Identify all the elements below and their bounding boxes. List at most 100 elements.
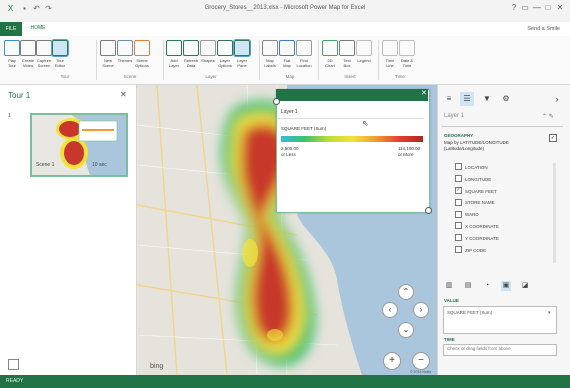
field-list-scrollbar[interactable] bbox=[553, 163, 556, 263]
field-item[interactable]: WARD bbox=[455, 210, 479, 219]
scene-label: Scene 1 bbox=[36, 162, 55, 168]
close-icon[interactable]: ✕ bbox=[120, 90, 127, 99]
legend-button[interactable]: Legend bbox=[356, 40, 372, 63]
legend-resize-handle[interactable] bbox=[273, 98, 280, 105]
shapes-icon bbox=[200, 40, 216, 56]
value-title: VALUE bbox=[444, 298, 459, 303]
layer-options-button[interactable]: Layer Options bbox=[217, 40, 233, 68]
play-tour-icon bbox=[4, 40, 20, 56]
close-button[interactable]: ✕ bbox=[555, 3, 565, 12]
send-a-smile-link[interactable]: Send a Smile bbox=[527, 26, 560, 32]
chevron-right-icon[interactable]: › bbox=[413, 302, 429, 318]
new-scene-icon bbox=[100, 40, 116, 56]
field-item[interactable]: Y COORDINATE bbox=[455, 234, 499, 243]
field-item[interactable]: ✓ SQUARE FEET bbox=[455, 186, 497, 196]
shapes-button[interactable]: Shapes bbox=[200, 40, 216, 63]
create-video-button[interactable]: Create Video bbox=[20, 40, 36, 68]
zoom-out-button[interactable]: − bbox=[412, 352, 430, 370]
ribbon-group-layer: Layer bbox=[205, 74, 217, 79]
field-checkbox[interactable] bbox=[455, 163, 462, 171]
time-line-button[interactable]: Time Line bbox=[382, 40, 398, 68]
value-dropdown-icon[interactable]: ▾ bbox=[548, 310, 551, 316]
field-checkbox[interactable]: ✓ bbox=[455, 186, 462, 194]
redo-icon[interactable]: ↷ bbox=[44, 4, 53, 13]
maximize-button[interactable]: □ bbox=[543, 3, 553, 12]
pane-collapse-icon[interactable]: › bbox=[550, 92, 564, 106]
new-scene-button[interactable]: New Scene bbox=[100, 40, 116, 68]
ribbon-button-label: Date & Time bbox=[400, 58, 414, 68]
scene-options-button[interactable]: Scene Options bbox=[134, 40, 150, 68]
clustered-column-icon[interactable]: ▤ bbox=[463, 281, 473, 291]
help-icon[interactable]: ? bbox=[509, 3, 519, 12]
ribbon-group-separator bbox=[96, 40, 97, 80]
flat-map-button[interactable]: Flat Map bbox=[279, 40, 295, 68]
themes-button[interactable]: Themes bbox=[117, 40, 133, 63]
legend-max-value: 114,100.00 bbox=[398, 146, 421, 151]
field-item[interactable]: X COORDINATE bbox=[455, 222, 499, 231]
field-item[interactable]: LOCATION bbox=[455, 163, 488, 172]
geography-checkbox[interactable]: ✓ bbox=[549, 134, 557, 142]
find-location-button[interactable]: Find Location bbox=[296, 40, 312, 68]
play-tour-button[interactable]: Play Tour bbox=[4, 40, 20, 68]
filter-icon[interactable]: ▼ bbox=[480, 92, 494, 106]
field-checkbox[interactable] bbox=[455, 175, 462, 183]
legend-header bbox=[276, 89, 428, 101]
add-layer-button[interactable]: Add Layer bbox=[166, 40, 182, 68]
ribbon-group-scene: Scene bbox=[123, 74, 137, 79]
field-label: STORE NAME bbox=[465, 200, 495, 206]
map-legend[interactable] bbox=[276, 89, 430, 213]
add-layer-icon bbox=[166, 40, 182, 56]
field-checkbox[interactable] bbox=[455, 222, 462, 230]
chevron-left-icon[interactable]: ‹ bbox=[382, 302, 398, 318]
ribbon-button-label: Time Line bbox=[385, 58, 395, 68]
capture-screen-button[interactable]: Capture Screen bbox=[36, 40, 52, 68]
bubble-icon[interactable]: ◔ bbox=[482, 281, 492, 291]
layer-list-icon[interactable]: ≡ bbox=[442, 92, 456, 106]
zoom-in-button[interactable]: + bbox=[383, 352, 401, 370]
layer-pane-button[interactable]: Layer Pane bbox=[233, 39, 251, 68]
field-list-icon[interactable]: ☰ bbox=[460, 92, 474, 106]
themes-icon bbox=[117, 40, 133, 56]
ribbon-group-separator bbox=[163, 40, 164, 80]
new-scene-icon[interactable] bbox=[8, 359, 19, 370]
chevron-up-icon[interactable]: ⌃ bbox=[398, 284, 414, 300]
field-checkbox[interactable] bbox=[455, 210, 462, 218]
date-time-button[interactable]: Date & Time bbox=[399, 40, 415, 68]
2d-chart-button[interactable]: 2D Chart bbox=[322, 40, 338, 68]
map-labels-button[interactable]: Map Labels bbox=[262, 40, 278, 68]
field-item[interactable]: LONGITUDE bbox=[455, 175, 491, 184]
field-item[interactable]: ZIP CODE bbox=[455, 245, 486, 255]
save-icon[interactable]: ▪ bbox=[20, 4, 29, 13]
ribbon-button-label: Create Video bbox=[21, 58, 34, 68]
ribbon-button-label: Shapes bbox=[201, 58, 215, 63]
tour-editor-button[interactable]: Tour Editor bbox=[51, 39, 69, 68]
field-checkbox[interactable] bbox=[455, 234, 462, 242]
heat-map-icon[interactable]: ▣ bbox=[501, 281, 511, 291]
ribbon-group-separator bbox=[318, 40, 319, 80]
map-labels-icon bbox=[262, 40, 278, 56]
2d-chart-icon bbox=[322, 40, 338, 56]
ribbon-button-label: Themes bbox=[117, 58, 133, 63]
settings-gear-icon[interactable]: ⚙ bbox=[499, 92, 513, 106]
field-checkbox[interactable] bbox=[455, 198, 462, 206]
geography-mapping: Map by LATITUDE/LONGITUDE bbox=[444, 140, 509, 145]
legend-close-icon[interactable]: ✕ bbox=[421, 89, 427, 97]
chevron-down-icon[interactable]: ⌄ bbox=[398, 322, 414, 338]
ribbon-display-icon[interactable]: ▭ bbox=[520, 3, 530, 12]
text-box-button[interactable]: Text Box bbox=[339, 40, 355, 68]
region-icon[interactable]: ◪ bbox=[520, 281, 530, 291]
layer-name[interactable]: Layer 1 bbox=[444, 113, 464, 119]
value-field[interactable]: SQUARE FEET (Sum) bbox=[447, 310, 492, 315]
legend-resize-handle[interactable] bbox=[425, 207, 432, 214]
stacked-column-icon[interactable]: ▥ bbox=[444, 281, 454, 291]
field-list: LOCATION LONGITUDE ✓ SQUARE FEET STORE NAME W… bbox=[455, 163, 551, 263]
ribbon-group-map: Map bbox=[285, 74, 295, 79]
field-item[interactable]: STORE NAME bbox=[455, 198, 495, 207]
refresh-data-button[interactable]: Refresh Data bbox=[183, 40, 199, 68]
minimize-button[interactable]: — bbox=[532, 3, 542, 12]
undo-icon[interactable]: ↶ bbox=[32, 4, 41, 13]
layer-collapse-icon[interactable]: ⌃ ✎ bbox=[542, 113, 554, 120]
legend-max-suffix: or More bbox=[398, 152, 414, 157]
field-checkbox[interactable] bbox=[455, 245, 462, 253]
tab-file[interactable]: FILE bbox=[0, 22, 22, 36]
